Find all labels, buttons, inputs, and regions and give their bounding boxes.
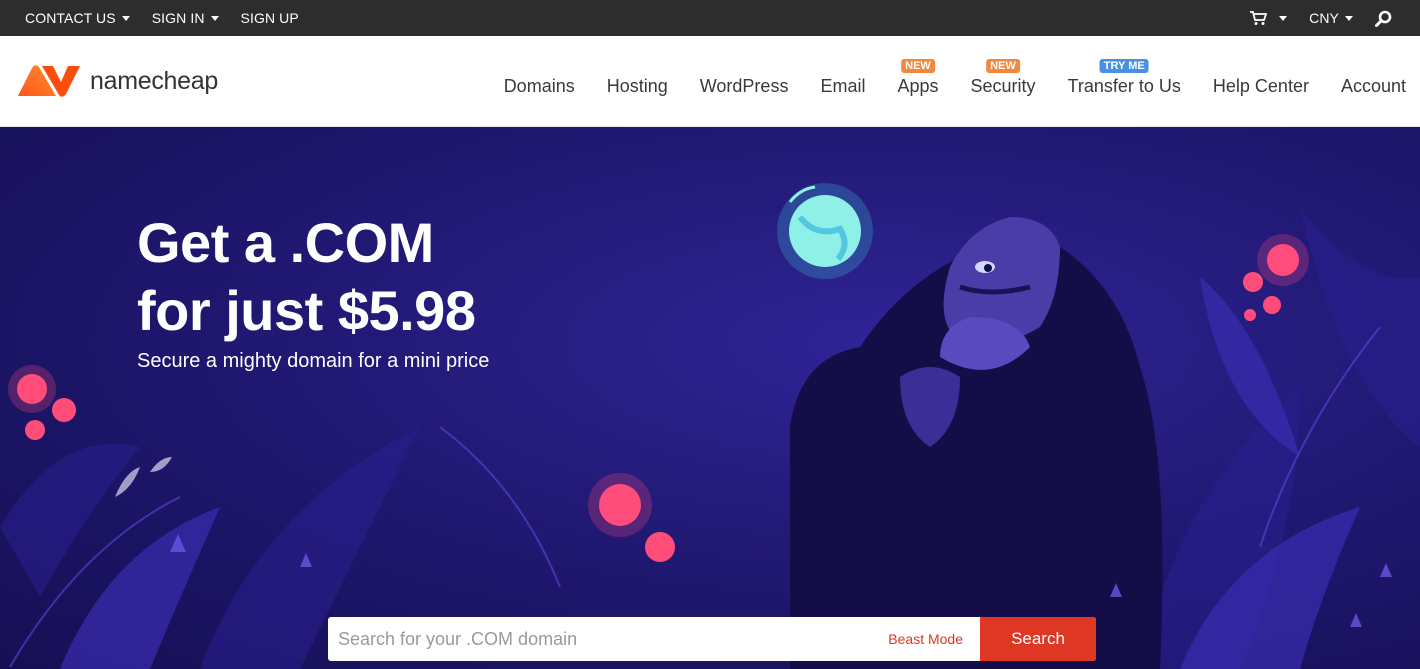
primary-nav: Domains Hosting WordPress Email NEW Apps… (504, 59, 1406, 97)
cart-icon (1250, 11, 1268, 25)
sign-in-label: SIGN IN (151, 10, 205, 26)
nav-label: Hosting (606, 76, 668, 96)
search-toggle[interactable] (1375, 10, 1392, 27)
hero-banner: Get a .COM for just $5.98 Secure a might… (0, 127, 1420, 669)
sign-up-link[interactable]: SIGN UP (241, 10, 299, 26)
nav-label: Security (970, 76, 1036, 96)
nav-account[interactable]: Account (1341, 76, 1406, 97)
headline-line-2: for just $5.98 (137, 279, 476, 342)
nav-transfer-to-us[interactable]: TRY ME Transfer to Us (1067, 59, 1181, 97)
chevron-down-icon (121, 15, 130, 21)
new-badge: NEW (901, 59, 935, 73)
search-icon (1375, 10, 1392, 27)
hero-headline: Get a .COM for just $5.98 (137, 209, 476, 345)
namecheap-logo[interactable]: namecheap (16, 62, 218, 100)
headline-line-1: Get a .COM (137, 211, 434, 274)
domain-search-input[interactable] (328, 617, 889, 661)
hero-subline: Secure a mighty domain for a mini price (137, 350, 490, 372)
logo-text: namecheap (90, 66, 218, 95)
beast-mode-link[interactable]: Beast Mode (888, 631, 980, 647)
nav-label: Transfer to Us (1067, 76, 1181, 96)
nav-label: Help Center (1212, 76, 1309, 96)
nav-label: Apps (897, 76, 939, 96)
nav-hosting[interactable]: Hosting (607, 76, 668, 97)
cart-menu[interactable] (1249, 10, 1288, 26)
try-me-badge: TRY ME (1099, 59, 1149, 73)
new-badge: NEW (986, 59, 1020, 73)
nav-help-center[interactable]: Help Center (1213, 76, 1309, 97)
domain-search-bar: Beast Mode Search (328, 617, 1096, 661)
contact-us-label: CONTACT US (25, 10, 116, 26)
sign-up-label: SIGN UP (240, 10, 299, 26)
nav-security[interactable]: NEW Security (970, 59, 1036, 97)
chevron-down-icon (1345, 15, 1353, 21)
currency-menu[interactable]: CNY (1309, 10, 1353, 26)
chevron-down-icon (1279, 15, 1288, 21)
namecheap-logo-icon (18, 65, 80, 97)
nav-label: Domains (503, 76, 575, 96)
chevron-down-icon (210, 15, 219, 21)
nav-label: Account (1340, 76, 1406, 96)
contact-us-menu[interactable]: CONTACT US (25, 10, 130, 26)
nav-domains[interactable]: Domains (504, 76, 575, 97)
top-utility-bar: CONTACT US SIGN IN SIGN UP CNY (0, 0, 1420, 36)
main-header: namecheap Domains Hosting WordPress Emai… (0, 36, 1420, 127)
nav-label: Email (820, 76, 866, 96)
sign-in-menu[interactable]: SIGN IN (152, 10, 219, 26)
nav-apps[interactable]: NEW Apps (897, 59, 939, 97)
nav-wordpress[interactable]: WordPress (700, 76, 789, 97)
nav-label: WordPress (699, 76, 789, 96)
search-button[interactable]: Search (980, 617, 1096, 661)
nav-email[interactable]: Email (820, 76, 865, 97)
currency-label: CNY (1309, 10, 1339, 26)
